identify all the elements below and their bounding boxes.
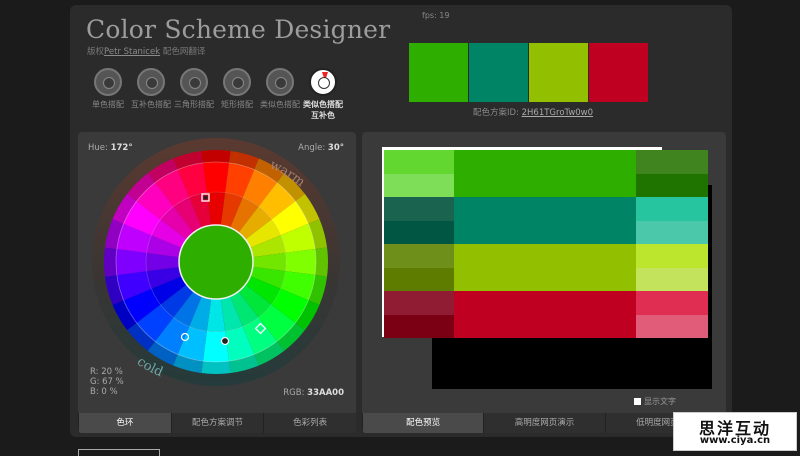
palette-cell-lime-right-bottom[interactable] [636,267,708,291]
palette-cell-red-left-bottom[interactable] [384,314,454,338]
swatch-secondary-a[interactable] [469,43,528,102]
scheme-id-label: 配色方案ID: [473,108,522,118]
palette-grid [384,150,708,385]
palette-cell-red-main[interactable] [454,291,636,338]
palette-cell-green-left-bottom[interactable] [384,173,454,197]
right-tabs: 配色预览 高明度网页演示 低明度网页演示 [362,413,726,433]
mode-label: 互补色搭配 [131,100,171,109]
swatch-primary[interactable] [409,43,468,102]
color-wheel-panel: Hue: 172° Angle: 30° warm cold R: 20 % G… [78,132,356,433]
hue-wedge [104,247,117,277]
hue-wedge [285,248,316,276]
palette-cell-teal-left-top[interactable] [384,197,454,221]
left-tabs: 色环 配色方案调节 色彩列表 [78,413,356,433]
tab-preview[interactable]: 配色预览 [362,413,484,433]
swatch-complement[interactable] [589,43,648,102]
triad-icon [180,68,208,96]
tab-color-list[interactable]: 色彩列表 [263,413,356,433]
palette-cell-lime-left-top[interactable] [384,244,454,268]
hue-wedge [202,162,230,193]
mode-triad[interactable]: 三角形搭配 [172,68,216,110]
watermark-url: www.ciya.cn [699,435,771,446]
app-title: Color Scheme Designer [86,15,391,44]
scheme-id-link[interactable]: 2H61TGroTw0w0 [522,108,593,118]
hue-wedge [201,361,231,374]
hue-wedge [315,247,328,277]
show-text-toggle[interactable]: 显示文字 [634,396,676,407]
hue-marker-complement[interactable] [220,336,230,346]
fps-counter: fps: 19 [422,11,450,20]
credit-line: 版权Petr Stanicek 配色网翻译 [87,45,205,57]
rgb-percentages: R: 20 % G: 67 % B: 0 % [90,367,124,397]
palette-cell-green-main[interactable] [454,150,636,197]
mode-label: 类似色搭配互补色 [303,100,343,120]
hue-wedge [201,150,231,163]
palette-cell-green-right-top[interactable] [636,150,708,174]
accented-analogic-icon [309,68,337,96]
rgb-label: RGB: [283,388,305,398]
red-percent: R: 20 % [90,367,123,377]
swatch-secondary-b[interactable] [529,43,588,102]
palette-cell-red-right-bottom[interactable] [636,314,708,338]
tetrad-icon [223,68,251,96]
preview-panel: 显示文字 配色预览 高明度网页演示 低明度网页演示 [362,132,726,433]
watermark: 思洋互动 www.ciya.cn [673,412,797,451]
palette-cell-lime-left-bottom[interactable] [384,267,454,291]
palette-cell-lime-right-top[interactable] [636,244,708,268]
palette-cell-teal-main[interactable] [454,197,636,244]
palette-cell-teal-left-bottom[interactable] [384,220,454,244]
checkbox-icon [634,398,641,405]
palette-cell-green-right-bottom[interactable] [636,173,708,197]
palette-cell-red-left-top[interactable] [384,291,454,315]
mode-tetrad[interactable]: 矩形搭配 [215,68,259,110]
hue-wedge [202,331,230,362]
complement-icon [137,68,165,96]
mode-accented-analogic[interactable]: 类似色搭配互补色 [301,68,345,121]
palette-cell-teal-right-bottom[interactable] [636,220,708,244]
hue-wedge [116,248,147,276]
palette-cell-red-right-top[interactable] [636,291,708,315]
monochrome-icon [94,68,122,96]
palette-cell-teal-right-top[interactable] [636,197,708,221]
mode-label: 类似色搭配 [260,100,300,109]
tab-scheme-adjust[interactable]: 配色方案调节 [170,413,264,433]
green-percent: G: 67 % [90,377,124,387]
tab-light-page-demo[interactable]: 高明度网页演示 [483,413,605,433]
rgb-value: 33AA00 [307,388,344,398]
bottom-element [78,449,160,456]
app-window: Color Scheme Designer 版权Petr Stanicek 配色… [70,5,732,437]
credit-prefix: 版权 [87,47,105,57]
mode-label: 单色搭配 [92,100,124,109]
analogic-icon [266,68,294,96]
palette-cell-lime-main[interactable] [454,244,636,291]
credit-suffix: 配色网翻译 [162,47,206,57]
author-link[interactable]: Petr Stanicek [104,47,160,57]
show-text-label: 显示文字 [644,397,676,406]
blue-percent: B: 0 % [90,387,118,397]
mode-monochrome[interactable]: 单色搭配 [86,68,130,110]
mode-label: 三角形搭配 [174,100,214,109]
scheme-id: 配色方案ID: 2H61TGroTw0w0 [473,106,593,118]
mode-complement[interactable]: 互补色搭配 [129,68,173,110]
selected-color-center [178,224,254,300]
mode-label: 矩形搭配 [221,100,253,109]
rgb-readout: RGB: 33AA00 [283,388,344,398]
tab-color-wheel[interactable]: 色环 [78,413,171,433]
mode-analogic[interactable]: 类似色搭配 [258,68,302,110]
palette-cell-green-left-top[interactable] [384,150,454,174]
